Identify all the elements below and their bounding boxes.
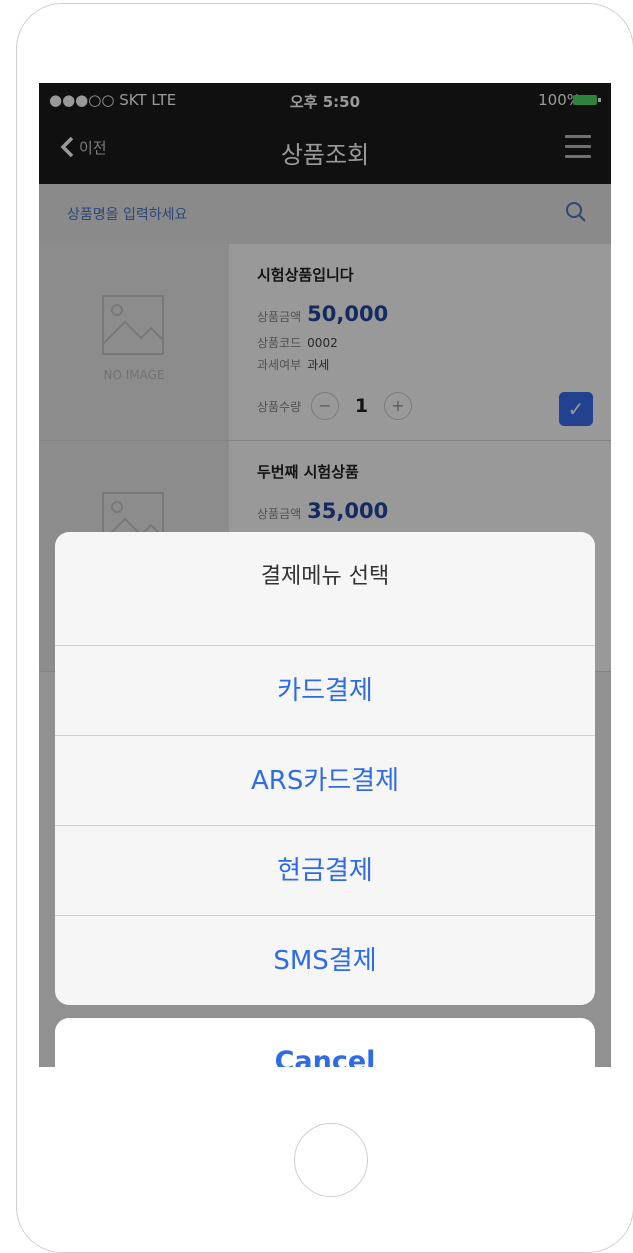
screen: ●●●○○ SKT LTE 오후 5:50 100% 이전 상품조회 상품명을 … (39, 83, 611, 1067)
cash-payment-option[interactable]: 현금결제 (55, 825, 595, 916)
ars-card-payment-option[interactable]: ARS카드결제 (55, 735, 595, 826)
card-payment-option[interactable]: 카드결제 (55, 645, 595, 736)
home-button[interactable] (294, 1123, 368, 1197)
sms-payment-option[interactable]: SMS결제 (55, 915, 595, 1005)
sheet-title: 결제메뉴 선택 (260, 564, 390, 589)
cancel-button[interactable]: Cancel (55, 1018, 595, 1067)
payment-action-sheet: 결제메뉴 선택 카드결제 ARS카드결제 현금결제 SMS결제 (55, 532, 595, 1005)
